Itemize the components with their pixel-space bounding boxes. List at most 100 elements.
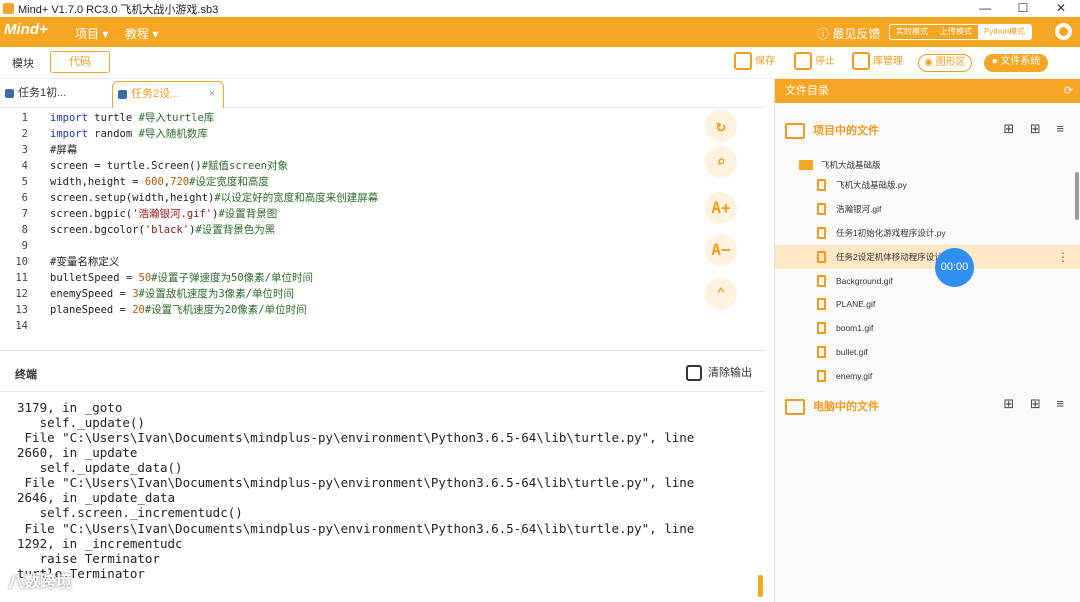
terminal-line: 2660, in _update: [17, 445, 138, 460]
library-icon: [852, 52, 870, 71]
app-logo-icon: [3, 3, 14, 14]
close-window-button[interactable]: ✕: [1042, 0, 1080, 17]
stop-button[interactable]: 停止: [794, 52, 835, 72]
file-system-label: 文件系统: [1000, 56, 1041, 67]
file-panel-header: 文件目录 ⟳: [775, 79, 1080, 103]
scroll-top-icon[interactable]: ⌃: [705, 278, 737, 310]
file-row[interactable]: Background.gif: [775, 269, 1080, 293]
file-icon: [817, 179, 826, 191]
file-icon: [817, 370, 826, 382]
minimize-button[interactable]: —: [966, 0, 1004, 17]
terminal-scrollbar[interactable]: [758, 575, 763, 597]
file-name: Background.gif: [836, 276, 893, 286]
python-file-icon: [5, 89, 14, 98]
file-name: PLANE.gif: [836, 299, 876, 309]
refresh-icon[interactable]: ⟳: [1064, 79, 1073, 103]
brand-logo[interactable]: Mind+: [4, 21, 48, 38]
file-row[interactable]: boom1.gif: [775, 316, 1080, 340]
tab-file-1[interactable]: 任务1初...: [0, 81, 105, 108]
mode-realtime[interactable]: 实时模式: [890, 25, 934, 39]
menu-project[interactable]: 项目 ▾: [75, 25, 108, 42]
file-icon: [817, 346, 826, 358]
code-line: 8 screen.bgcolor('black')#设置背景色为黑: [21, 224, 276, 236]
folder-icon: [799, 160, 813, 170]
more-options-icon[interactable]: ⋮: [1057, 245, 1069, 269]
tab-code[interactable]: 代码: [50, 51, 110, 73]
code-line: 11 bulletSpeed = 50#设置子弹速度为50像素/单位时间: [15, 272, 313, 284]
terminal-line: raise Terminator: [17, 551, 160, 566]
recording-timer: 00:00: [935, 248, 974, 287]
toolbar: 模块 代码 保存 停止 库管理 ◉ 图形区 ● 文件系统: [0, 47, 1080, 79]
file-icon: [817, 298, 826, 310]
file-row[interactable]: bullet.gif: [775, 340, 1080, 364]
library-button[interactable]: 库管理: [852, 52, 903, 72]
editor-tabs: 任务1初... 任务2设... ×: [0, 79, 765, 108]
file-icon: [817, 251, 826, 263]
redo-icon[interactable]: ↻: [705, 110, 737, 142]
file-panel: 文件目录 ⟳ 项目中的文件 ⊞ ⊞ ≡ 飞机大战基础版 飞机大战基础版.py 浩…: [774, 79, 1080, 602]
file-row-selected[interactable]: 任务2设定机体移动程序设计.py ⋮: [775, 245, 1080, 269]
menu-bar: Mind+ 项目 ▾ 教程 ▾ ⓘ 最见反馈 实时模式 上传模式 Python模…: [0, 17, 1080, 47]
tab-file-2[interactable]: 任务2设... ×: [112, 81, 224, 108]
terminal-line: File "C:\Users\Ivan\Documents\mindplus-p…: [17, 475, 695, 490]
code-line: 3 #屏幕: [21, 144, 78, 156]
file-panel-title: 文件目录: [785, 85, 829, 97]
file-row[interactable]: PLANE.gif: [775, 292, 1080, 316]
code-line: 1 import turtle #导入turtle库: [21, 112, 215, 124]
clear-output-label: 清除输出: [708, 367, 752, 379]
font-increase-icon[interactable]: A+: [705, 192, 737, 224]
monitor-icon: [785, 399, 805, 416]
terminal-line: self.screen._incrementudc(): [17, 505, 243, 520]
file-name: 任务1初始化游戏程序设计.py: [836, 228, 946, 238]
mode-upload[interactable]: 上传模式: [934, 25, 978, 39]
terminal-line: 3179, in _goto: [17, 400, 123, 415]
file-panel-scrollbar[interactable]: [1075, 172, 1079, 220]
save-label: 保存: [755, 56, 775, 67]
library-label: 库管理: [873, 56, 903, 67]
code-line: 14: [15, 320, 28, 332]
stop-label: 停止: [815, 56, 835, 67]
computer-files-section[interactable]: 电脑中的文件: [785, 398, 879, 416]
feedback-link[interactable]: ⓘ 最见反馈: [817, 25, 880, 42]
file-row[interactable]: enemy.gif: [775, 364, 1080, 388]
file-system-button[interactable]: ● 文件系统: [984, 54, 1048, 72]
terminal-line: File "C:\Users\Ivan\Documents\mindplus-p…: [17, 430, 695, 445]
help-icon: ⓘ: [817, 27, 833, 41]
terminal-header: 终端 清除输出: [0, 350, 765, 392]
computer-files-actions[interactable]: ⊞ ⊞ ≡: [1003, 396, 1070, 412]
save-icon: [734, 52, 752, 71]
code-line: 7 screen.bgpic('浩瀚银河.gif')#设置背景图: [21, 208, 278, 220]
tab-label: 任务2设...: [131, 88, 180, 100]
close-tab-icon[interactable]: ×: [209, 82, 215, 107]
terminal-line: 2646, in _update_data: [17, 490, 176, 505]
project-files-section[interactable]: 项目中的文件: [785, 122, 879, 140]
project-files-actions[interactable]: ⊞ ⊞ ≡: [1003, 121, 1070, 137]
save-button[interactable]: 保存: [734, 52, 775, 72]
terminal-line: self._update_data(): [17, 460, 183, 475]
feedback-label: 最见反馈: [832, 27, 881, 41]
maximize-button[interactable]: ☐: [1004, 0, 1042, 17]
terminal-output[interactable]: 3179, in _goto self._update() File "C:\U…: [0, 393, 765, 602]
file-row[interactable]: 浩瀚银河.gif: [775, 197, 1080, 221]
mode-python[interactable]: Python模式: [978, 25, 1031, 39]
graphics-area-button[interactable]: ◉ 图形区: [918, 54, 972, 72]
code-line: 5 width,height = 600,720#设定宽度和高度: [21, 176, 269, 188]
search-icon[interactable]: ⌕: [705, 146, 737, 178]
clear-output-button[interactable]: 清除输出: [686, 364, 752, 382]
file-name: 飞机大战基础版.py: [836, 180, 907, 190]
code-line: 13 planeSpeed = 20#设置飞机速度为20像素/单位时间: [15, 304, 307, 316]
clear-icon: [686, 365, 702, 382]
file-row[interactable]: 任务1初始化游戏程序设计.py: [775, 221, 1080, 245]
font-decrease-icon[interactable]: A−: [705, 234, 737, 266]
tab-label: 任务1初...: [18, 87, 67, 99]
menu-tutorial[interactable]: 教程 ▾: [125, 25, 158, 42]
code-line: 12 enemySpeed = 3#设置敌机速度为3像素/单位时间: [15, 288, 294, 300]
code-editor[interactable]: 1 import turtle #导入turtle库 2 import random…: [0, 108, 765, 350]
code-line: 6 screen.setup(width,height)#以设定好的宽度和高度来创…: [21, 192, 379, 204]
file-icon: [817, 203, 826, 215]
file-icon: [817, 275, 826, 287]
gear-icon[interactable]: [1055, 23, 1072, 40]
file-row[interactable]: 飞机大战基础版.py: [775, 173, 1080, 197]
file-icon: [817, 322, 826, 334]
tab-module[interactable]: 模块: [12, 55, 34, 71]
